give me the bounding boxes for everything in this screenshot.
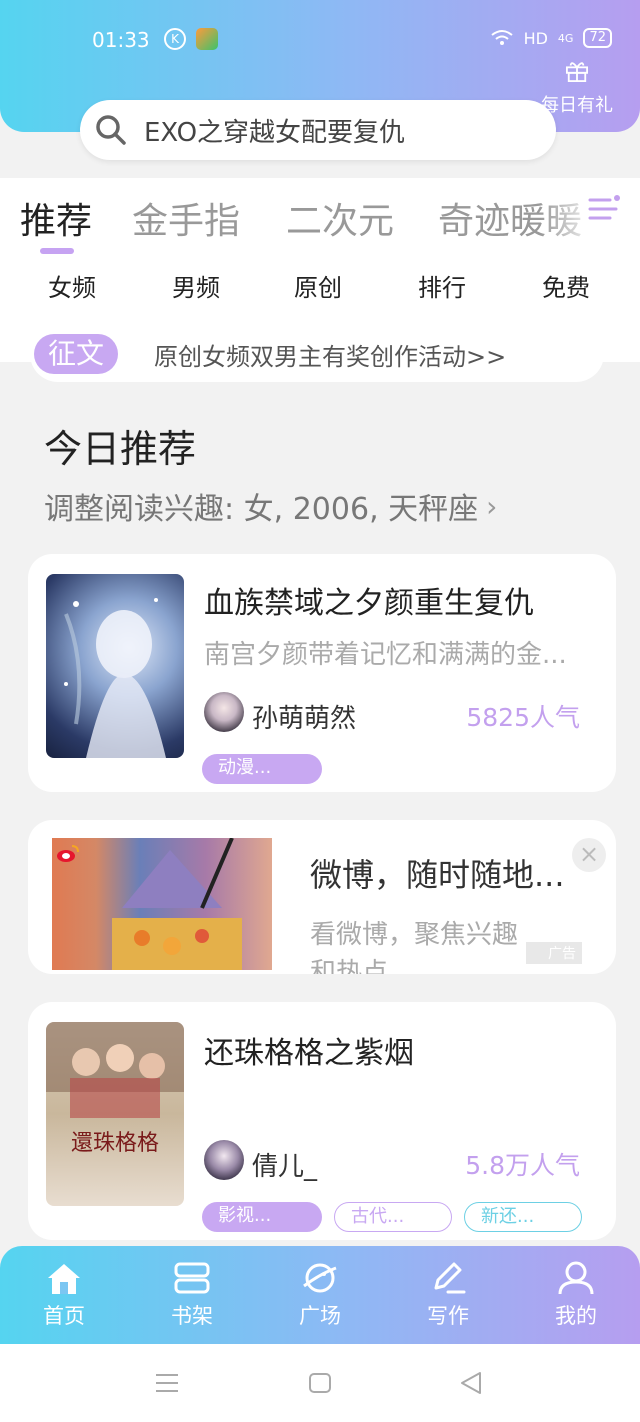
tab-golden-finger[interactable]: 金手指	[132, 192, 240, 244]
nav-square[interactable]: 广场	[280, 1260, 360, 1330]
battery-icon: 72	[583, 28, 612, 48]
k-app-icon: K	[164, 28, 186, 50]
author-name: 倩儿_	[252, 1152, 318, 1182]
cover-illustration: 還珠格格	[46, 1022, 184, 1156]
wifi-icon	[490, 30, 513, 45]
home-icon	[48, 1264, 80, 1294]
ad-title: 微博，随时随地...	[310, 856, 565, 894]
book-description: 南宫夕颜带着记忆和满满的金...	[204, 640, 567, 670]
subtab-ranking[interactable]: 排行	[418, 268, 466, 303]
author-avatar	[204, 692, 244, 732]
system-nav-bar	[0, 1344, 640, 1422]
ad-image	[52, 838, 272, 970]
close-icon[interactable]: ×	[572, 838, 606, 872]
chevron-right-icon: ›	[486, 489, 498, 523]
status-time: 01:33	[92, 28, 150, 52]
book-tag[interactable]: 新还...	[464, 1202, 582, 1232]
status-bar: 01:33 K HD 4G 72	[0, 26, 640, 56]
book-title: 还珠格格之紫烟	[204, 1036, 414, 1071]
network-label: HD	[523, 28, 548, 48]
tab-menu-icon[interactable]	[586, 194, 622, 224]
ad-illustration	[112, 838, 242, 970]
reading-interest-text: 调整阅读兴趣: 女, 2006, 天秤座	[44, 492, 479, 527]
promo-banner[interactable]: 征文 原创女频双男主有奖创作活动>>	[30, 326, 604, 382]
nav-bookshelf[interactable]: 书架	[152, 1260, 232, 1330]
planet-icon	[303, 1263, 337, 1293]
status-right: HD 4G 72	[490, 28, 612, 48]
subtab-free[interactable]: 免费	[542, 268, 590, 303]
bottom-navigation: 首页 书架 广场 写作 我的	[0, 1246, 640, 1344]
nav-me[interactable]: 我的	[536, 1260, 616, 1330]
nav-bookshelf-label: 书架	[171, 1304, 213, 1328]
nav-home-label: 首页	[43, 1304, 85, 1328]
book-tag[interactable]: 影视...	[202, 1202, 322, 1232]
subtab-original[interactable]: 原创	[294, 268, 342, 303]
user-icon	[558, 1261, 594, 1295]
book-card[interactable]: 血族禁域之夕颜重生复仇 南宫夕颜带着记忆和满满的金... 孙萌萌然 5825人气…	[28, 554, 616, 792]
book-cover: 還珠格格	[46, 1022, 184, 1206]
search-input[interactable]: EXO之穿越女配要复仇	[144, 112, 405, 149]
search-icon	[96, 115, 126, 145]
menu-icon[interactable]	[154, 1372, 180, 1394]
cover-illustration	[64, 598, 166, 758]
ad-label: 广告	[526, 942, 582, 964]
book-tag[interactable]: 古代...	[334, 1202, 452, 1232]
nav-home[interactable]: 首页	[24, 1260, 104, 1330]
book-tag[interactable]: 动漫...	[202, 754, 322, 784]
weibo-logo-icon	[57, 845, 79, 862]
book-cover	[46, 574, 184, 758]
ad-card[interactable]: 微博，随时随地... 看微博，聚焦兴趣 和热点 × 广告	[28, 820, 616, 974]
back-icon[interactable]	[458, 1370, 484, 1396]
nav-me-label: 我的	[555, 1304, 597, 1328]
nav-write[interactable]: 写作	[408, 1260, 488, 1330]
signal-icon: 4G	[557, 31, 574, 45]
ad-description-2: 和热点	[310, 958, 389, 974]
home-square-icon[interactable]	[308, 1372, 332, 1394]
tab-anime[interactable]: 二次元	[286, 192, 394, 244]
active-tab-indicator	[40, 248, 74, 254]
book-title: 血族禁域之夕颜重生复仇	[204, 586, 534, 621]
app-notification-icon	[196, 28, 218, 50]
nav-square-label: 广场	[299, 1304, 341, 1328]
reading-interest-link[interactable]: 调整阅读兴趣: 女, 2006, 天秤座 ›	[44, 484, 497, 528]
nav-write-label: 写作	[427, 1304, 469, 1328]
subtab-female[interactable]: 女频	[48, 268, 96, 303]
section-title: 今日推荐	[44, 427, 197, 471]
svg-text:還珠格格: 還珠格格	[71, 1131, 159, 1156]
author-name: 孙萌萌然	[252, 704, 357, 734]
ad-description: 看微博，聚焦兴趣	[310, 920, 519, 950]
promo-badge: 征文	[34, 334, 118, 374]
tab-recommend[interactable]: 推荐	[20, 192, 92, 244]
promo-text: 原创女频双男主有奖创作活动>>	[154, 342, 507, 371]
popularity-count: 5825人气	[466, 703, 580, 732]
popularity-count: 5.8万人气	[465, 1151, 580, 1180]
search-bar[interactable]: EXO之穿越女配要复仇	[80, 100, 556, 160]
bookshelf-icon	[174, 1262, 210, 1294]
sub-tabs: 女频 男频 原创 排行 免费	[0, 258, 640, 322]
subtab-male[interactable]: 男频	[172, 268, 220, 303]
book-card[interactable]: 還珠格格 还珠格格之紫烟 倩儿_ 5.8万人气 影视... 古代... 新还..…	[28, 1002, 616, 1240]
pencil-icon	[434, 1262, 466, 1294]
author-avatar	[204, 1140, 244, 1180]
gift-icon	[566, 62, 588, 82]
category-tabs: 推荐 金手指 二次元 奇迹暖暖	[0, 178, 640, 258]
